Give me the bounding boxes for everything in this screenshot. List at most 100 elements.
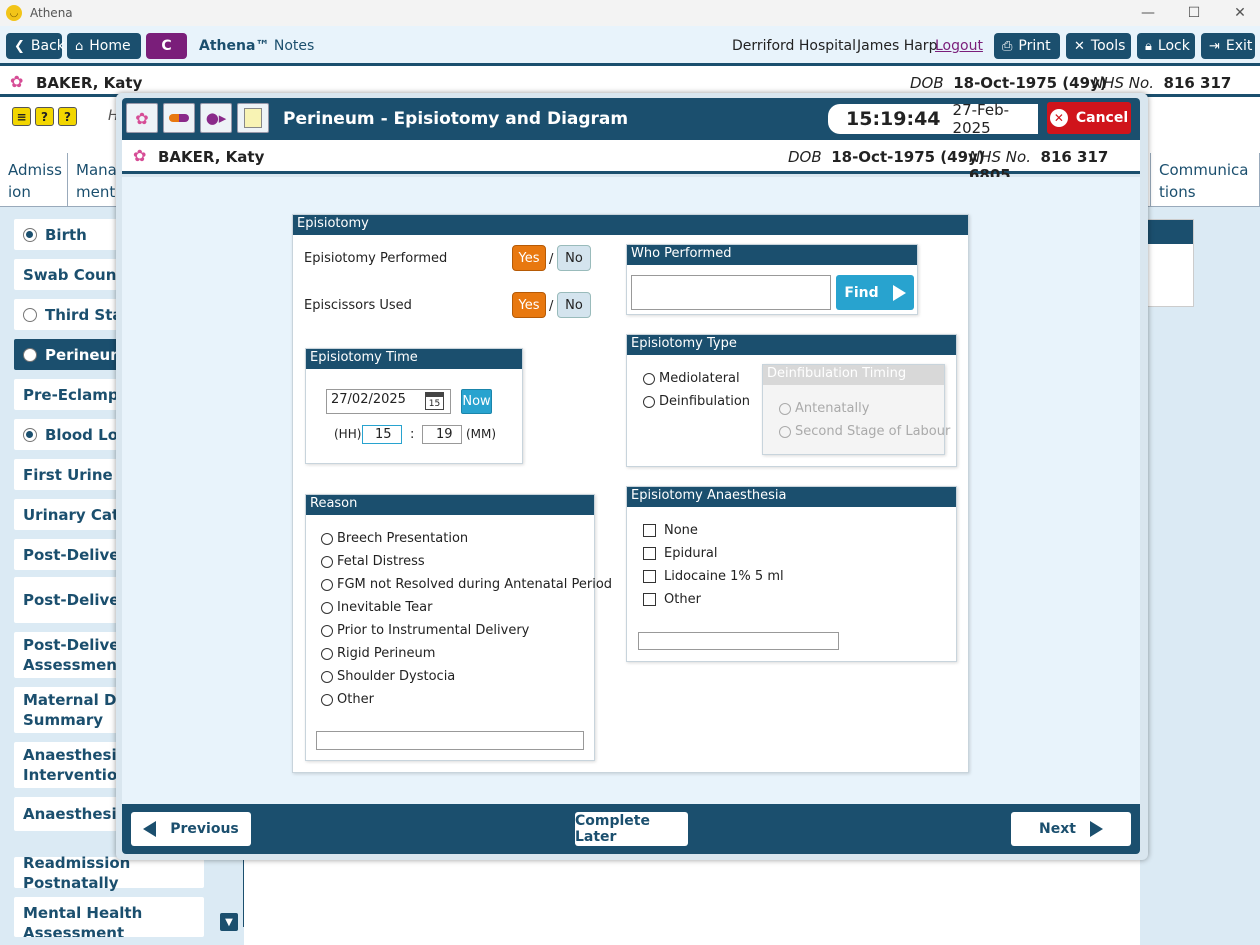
anaesthesia-option-checkbox[interactable]: Other [643, 592, 701, 607]
arrow-right-icon [1089, 821, 1103, 837]
reason-option-radio[interactable]: Fetal Distress [321, 554, 425, 569]
right-card [1140, 219, 1194, 307]
radio-icon [779, 425, 791, 438]
scroll-down-icon[interactable]: ▼ [220, 913, 238, 931]
sidebar-item[interactable]: Readmission Postnatally [14, 854, 204, 892]
home-button[interactable]: ⌂ Home [67, 33, 141, 59]
previous-button[interactable]: Previous [131, 812, 251, 846]
person-arrow-icon[interactable]: ●▸ [200, 103, 232, 133]
deinfibulation-timing-header: Deinfibulation Timing [763, 365, 944, 385]
performed-slash: / [549, 252, 554, 267]
complete-later-label: Complete Later [575, 813, 650, 845]
reason-header: Reason [306, 495, 594, 515]
tab-admission[interactable]: Admiss ion [0, 153, 68, 207]
tools-button[interactable]: ✕ Tools [1066, 33, 1131, 59]
scissors-no-button[interactable]: No [557, 292, 591, 318]
dob-label: DOB [910, 74, 944, 92]
option-label: Inevitable Tear [337, 600, 433, 615]
help-icon[interactable]: ? [35, 107, 54, 126]
previous-label: Previous [170, 821, 239, 837]
performed-yes-button[interactable]: Yes [512, 245, 546, 271]
scissors-yes-button[interactable]: Yes [512, 292, 546, 318]
episiotomy-time-header: Episiotomy Time [306, 349, 522, 369]
who-performed-header: Who Performed [627, 245, 917, 265]
tab-management[interactable]: Mana ment [68, 153, 118, 207]
modal-footer: Previous Complete Later Next [122, 804, 1140, 854]
reason-option-radio[interactable]: Rigid Perineum [321, 646, 435, 661]
performed-no-button[interactable]: No [557, 245, 591, 271]
radio-icon [321, 578, 333, 591]
anaesthesia-option-checkbox[interactable]: None [643, 523, 698, 538]
anaesthesia-option-checkbox[interactable]: Epidural [643, 546, 718, 561]
sidebar-item[interactable]: Mental Health Assessment [14, 897, 204, 937]
tab-communications[interactable]: Communica tions [1150, 153, 1260, 207]
reason-option-radio[interactable]: Shoulder Dystocia [321, 669, 455, 684]
radio-icon [779, 402, 791, 415]
cancel-button[interactable]: ✕ Cancel [1047, 102, 1131, 134]
cancel-label: Cancel [1075, 110, 1129, 126]
status-radio-icon [23, 307, 37, 322]
minute-input[interactable]: 19 [422, 425, 462, 444]
option-label: Second Stage of Labour [795, 424, 951, 439]
reason-option-radio[interactable]: Prior to Instrumental Delivery [321, 623, 529, 638]
episiotomy-type-header: Episiotomy Type [627, 335, 956, 355]
modal-title: Perineum - Episiotomy and Diagram [283, 109, 629, 129]
print-button[interactable]: ⎙ Print [994, 33, 1060, 59]
reason-option-radio[interactable]: Breech Presentation [321, 531, 468, 546]
next-button[interactable]: Next [1011, 812, 1131, 846]
reason-option-radio[interactable]: Inevitable Tear [321, 600, 432, 615]
patient-name: BAKER, Katy [36, 74, 143, 92]
logout-link[interactable]: Logout [935, 38, 983, 54]
scissors-slash: / [549, 299, 554, 314]
option-label: Prior to Instrumental Delivery [337, 623, 530, 638]
help-icon-2[interactable]: ? [58, 107, 77, 126]
lock-button[interactable]: 🔒︎ Lock [1137, 33, 1195, 59]
anaesthesia-option-checkbox[interactable]: Lidocaine 1% 5 ml [643, 569, 784, 584]
medication-icon[interactable] [163, 103, 195, 133]
reason-option-radio[interactable]: Other [321, 692, 374, 707]
option-label: Epidural [664, 546, 718, 561]
notes-icon[interactable] [237, 103, 269, 133]
maximize-icon[interactable]: ☐ [1171, 0, 1217, 26]
episiotomy-performed-label: Episiotomy Performed [304, 251, 448, 266]
patient-dob: DOB 18-Oct-1975 (49y) [910, 74, 1107, 92]
reason-other-input[interactable] [316, 731, 584, 750]
back-button[interactable]: ❮ Back [6, 33, 65, 59]
flower-icon: ✿ [133, 146, 147, 165]
who-performed-input[interactable] [631, 275, 831, 310]
radio-icon [321, 670, 333, 683]
option-label: Antenatally [795, 401, 870, 416]
option-label: Shoulder Dystocia [337, 669, 456, 684]
brand-bold: Athena™ [199, 38, 270, 54]
flower-tool-icon[interactable]: ✿ [126, 103, 158, 133]
deinf-antenatally-radio[interactable]: Antenatally [779, 401, 869, 416]
checkbox-icon [643, 524, 656, 537]
type-mediolateral-radio[interactable]: Mediolateral [643, 371, 740, 386]
reason-option-radio[interactable]: FGM not Resolved during Antenatal Period [321, 577, 612, 592]
modal-patient-dob: DOB 18-Oct-1975 (49y) [788, 148, 985, 166]
tools-icon: ✕ [1074, 38, 1085, 54]
radio-icon [321, 532, 333, 545]
exit-button[interactable]: ⇥ Exit [1201, 33, 1255, 59]
now-button[interactable]: Now [461, 389, 492, 414]
main-toolbar: ❮ Back ⌂ Home C Athena™ Notes Derriford Ho… [0, 26, 1260, 66]
hour-input[interactable]: 15 [362, 425, 402, 444]
find-button[interactable]: Find [836, 275, 914, 310]
deinf-second-stage-radio[interactable]: Second Stage of Labour [779, 424, 950, 439]
close-icon[interactable]: ✕ [1217, 0, 1260, 26]
cancel-x-icon: ✕ [1049, 109, 1068, 127]
dob-label: DOB [788, 148, 822, 166]
minimize-icon[interactable]: — [1125, 0, 1171, 26]
checkbox-icon [643, 593, 656, 606]
radio-icon [321, 647, 333, 660]
type-deinfibulation-radio[interactable]: Deinfibulation [643, 394, 750, 409]
complete-later-button[interactable]: Complete Later [575, 812, 688, 846]
calendar-icon[interactable]: 15 [425, 392, 444, 410]
option-label: Other [664, 592, 701, 607]
nhs-label: NHS No. [1092, 74, 1154, 92]
radio-icon [321, 555, 333, 568]
c-button[interactable]: C [146, 33, 187, 59]
radio-icon [643, 395, 655, 408]
anaesthesia-other-input[interactable] [638, 632, 839, 650]
alert-icon[interactable]: ≡ [12, 107, 31, 126]
